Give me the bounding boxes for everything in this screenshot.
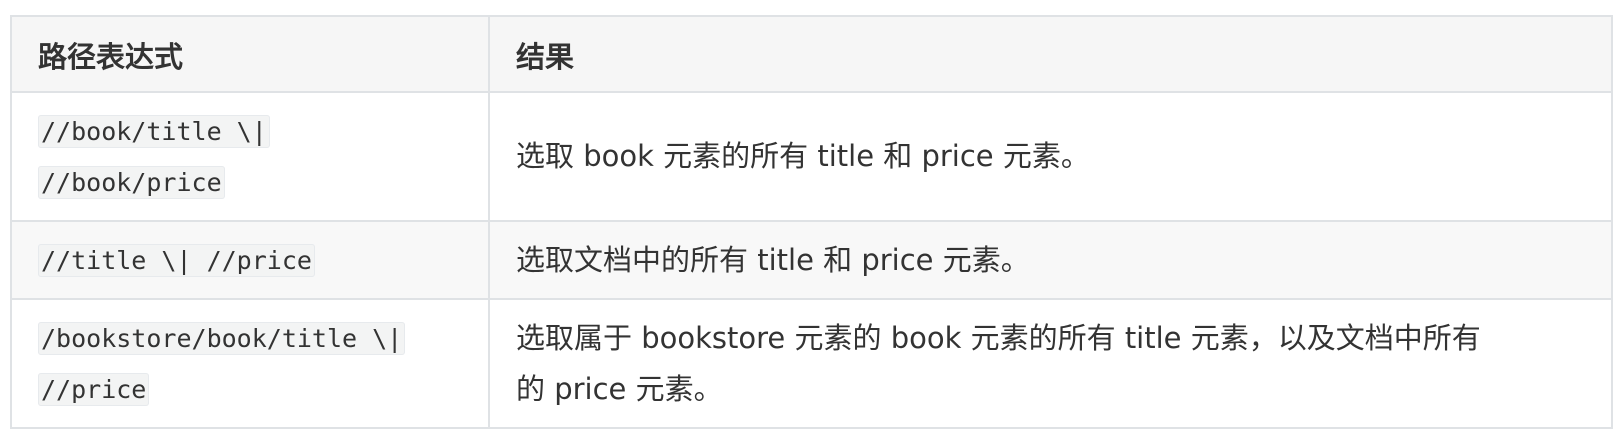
table-row: /bookstore/book/title \| //price 选取属于 bo… [10,298,1613,429]
result-cell: 选取属于 bookstore 元素的 book 元素的所有 title 元素，以… [488,298,1613,429]
result-cell: 选取文档中的所有 title 和 price 元素。 [488,220,1613,300]
code-expression: //title \| //price [38,235,462,286]
code-expression: /bookstore/book/title \| //price [38,313,462,415]
xpath-table: 路径表达式 结果 //book/title \| //book/price 选取… [10,15,1613,429]
result-line: 的 price 元素。 [516,371,723,406]
header-row: 路径表达式 结果 [10,15,1613,93]
result-cell: 选取 book 元素的所有 title 和 price 元素。 [488,91,1613,222]
code-line: //book/title \| [38,114,270,148]
code-expression: //book/title \| //book/price [38,106,462,208]
code-line: //book/price [38,165,225,199]
table-row: //book/title \| //book/price 选取 book 元素的… [10,91,1613,222]
result-text: 选取属于 bookstore 元素的 book 元素的所有 title 元素，以… [516,313,1585,415]
header-result: 结果 [488,15,1613,93]
table-header: 路径表达式 结果 [10,15,1613,93]
code-line: //title \| //price [38,243,315,277]
table-body: //book/title \| //book/price 选取 book 元素的… [10,91,1613,429]
table-row: //title \| //price 选取文档中的所有 title 和 pric… [10,220,1613,300]
code-line: /bookstore/book/title \| [38,321,406,355]
expression-cell: //book/title \| //book/price [10,91,490,222]
result-text: 选取 book 元素的所有 title 和 price 元素。 [516,139,1090,173]
result-text: 选取文档中的所有 title 和 price 元素。 [516,242,1030,277]
expression-cell: //title \| //price [10,220,490,300]
expression-cell: /bookstore/book/title \| //price [10,298,490,429]
result-line: 选取属于 bookstore 元素的 book 元素的所有 title 元素，以… [516,320,1481,355]
code-line: //price [38,372,150,406]
header-expression: 路径表达式 [10,15,490,93]
